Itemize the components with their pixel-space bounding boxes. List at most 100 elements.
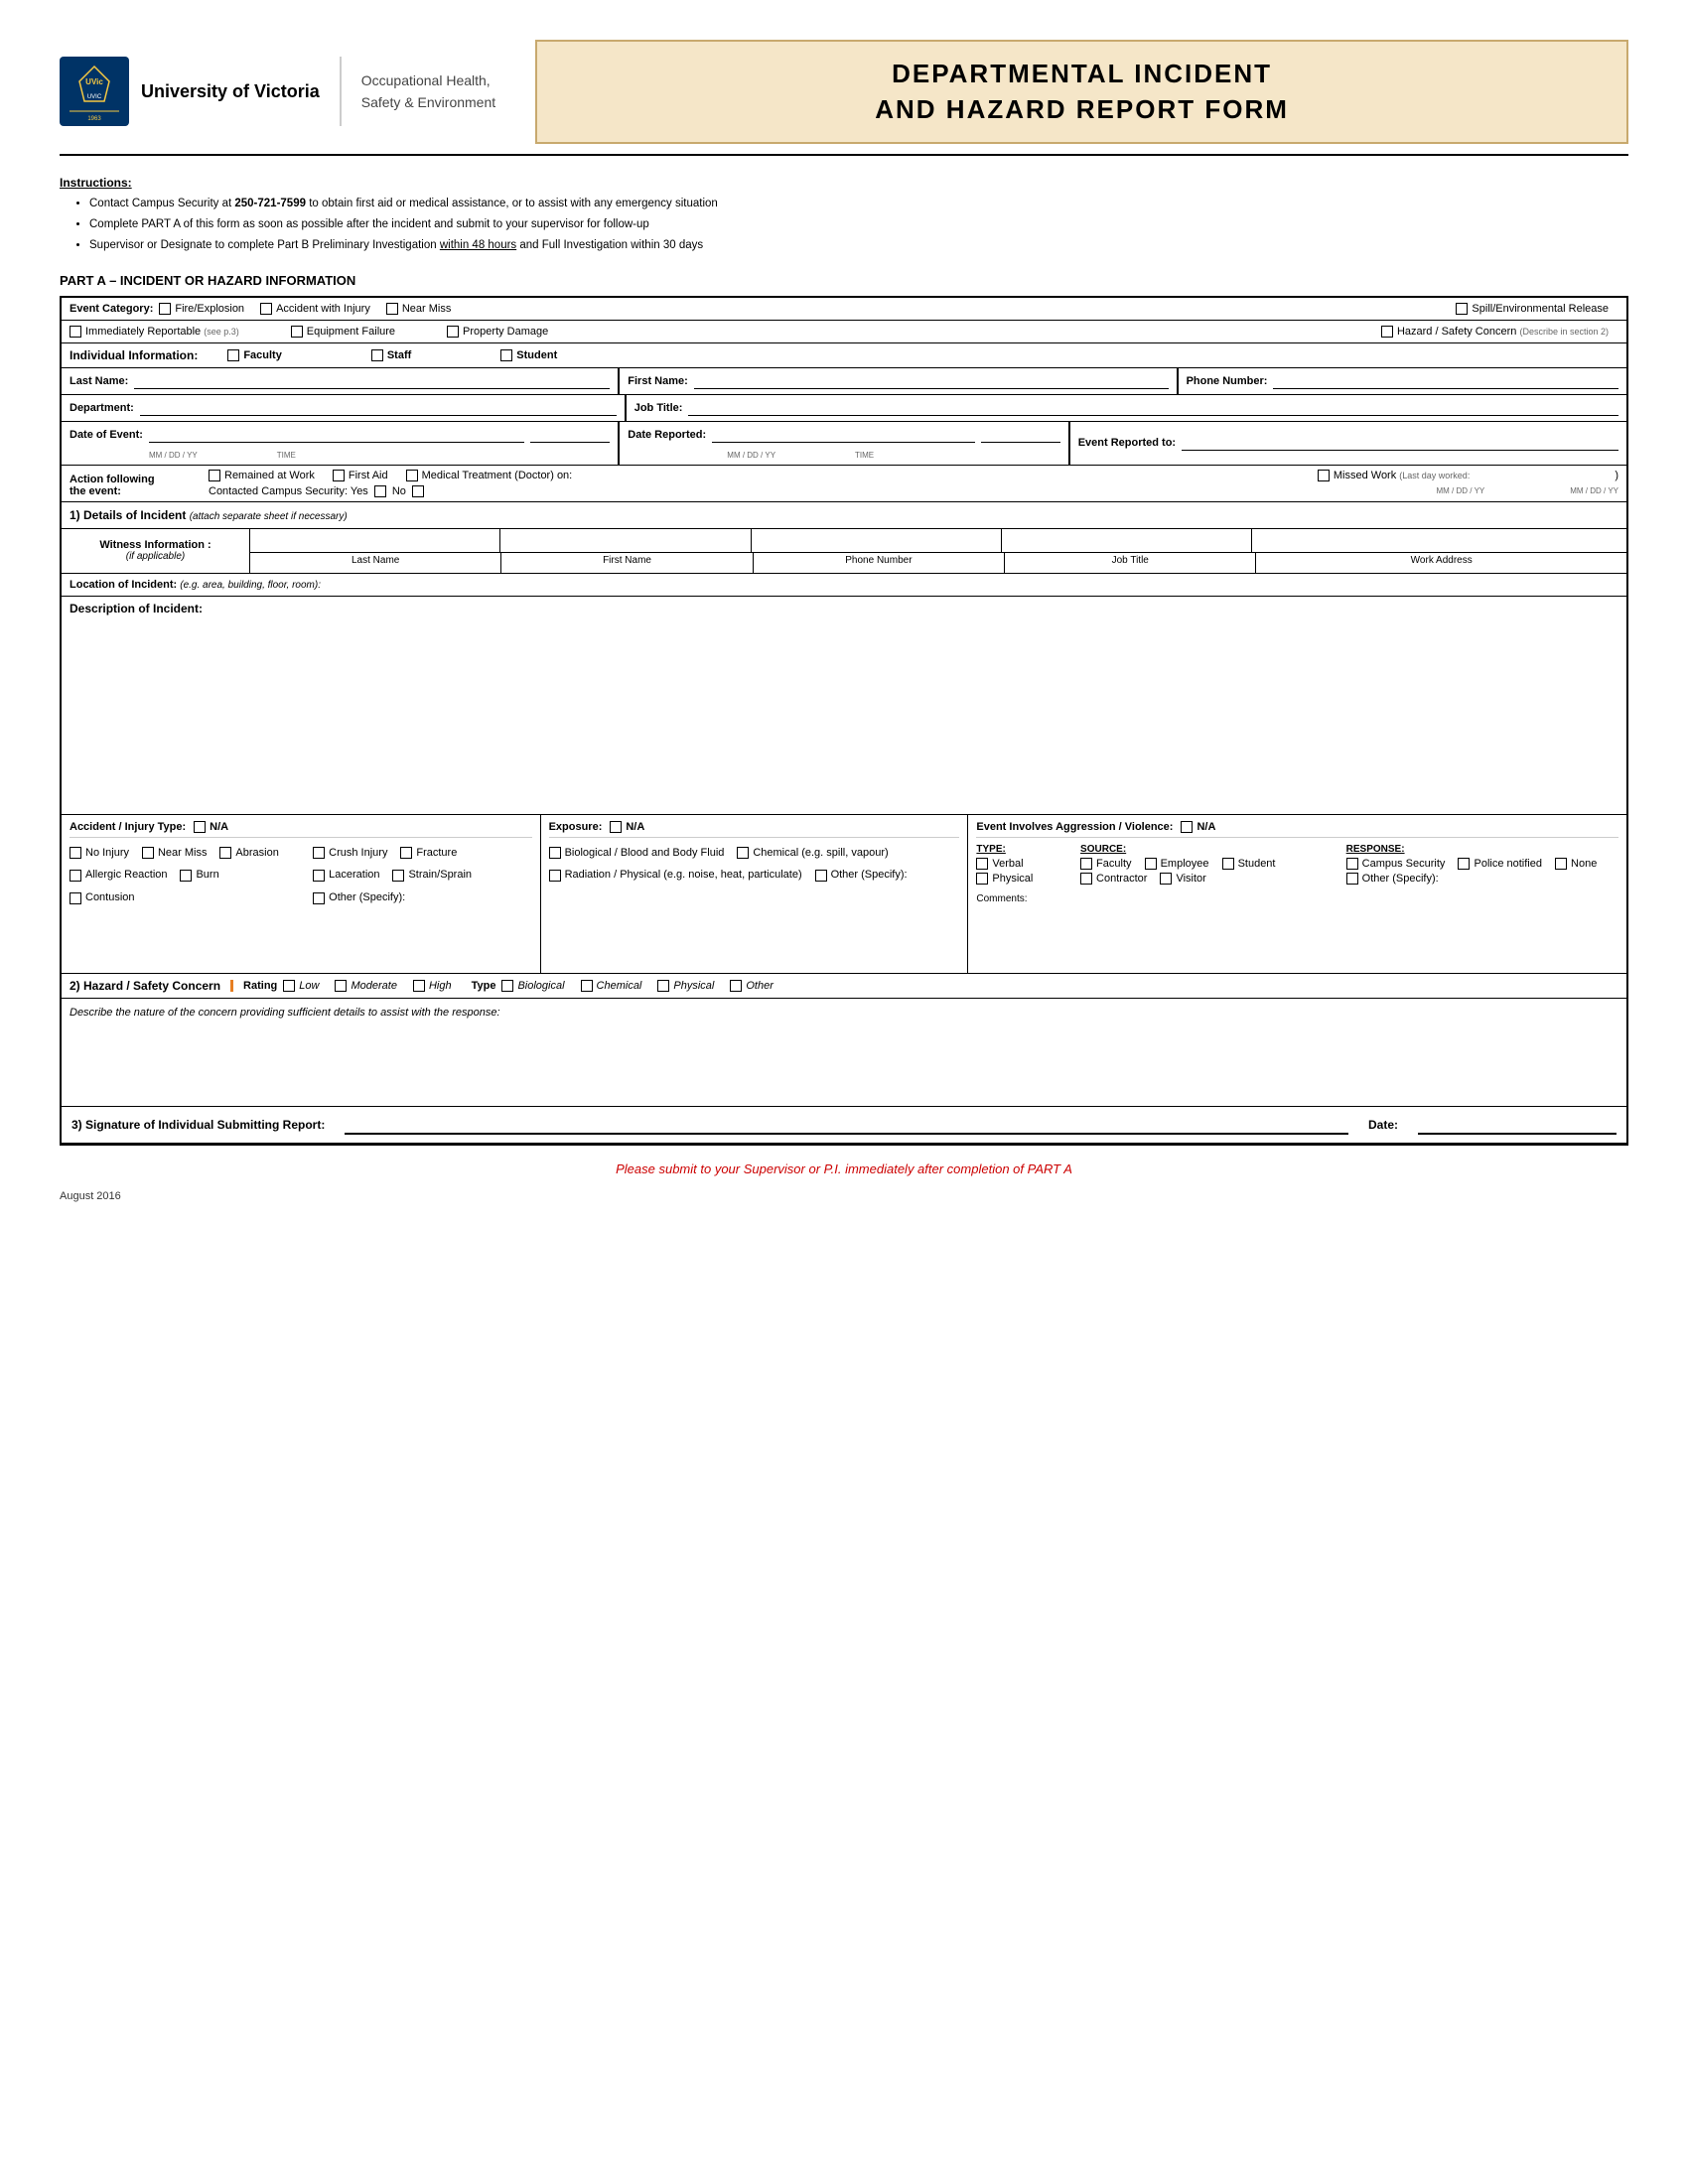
staff-option[interactable]: Staff — [371, 349, 411, 361]
fire-explosion-option[interactable]: Fire/Explosion — [159, 303, 244, 315]
biological-type-option[interactable]: Biological — [501, 980, 564, 992]
witness-fn-empty[interactable] — [500, 529, 751, 552]
accident-na-checkbox[interactable] — [194, 821, 206, 833]
src-contractor-option[interactable]: Contractor — [1080, 873, 1147, 885]
accident-injury-checkbox[interactable] — [260, 303, 272, 315]
remained-work-checkbox[interactable] — [209, 470, 220, 481]
property-damage-option[interactable]: Property Damage — [447, 326, 548, 338]
date-reported-field[interactable] — [712, 427, 975, 443]
near-miss-acc-option[interactable]: Near Miss — [142, 844, 208, 864]
resp-other-option[interactable]: Other (Specify): — [1346, 873, 1439, 885]
spill-release-option[interactable]: Spill/Environmental Release — [1456, 303, 1609, 315]
medical-treatment-checkbox[interactable] — [406, 470, 418, 481]
yes-checkbox[interactable] — [374, 485, 386, 497]
aggression-na-checkbox[interactable] — [1181, 821, 1193, 833]
hazard-describe-row: Describe the nature of the concern provi… — [62, 999, 1626, 1107]
immediately-reportable-option[interactable]: Immediately Reportable (see p.3) — [70, 326, 239, 338]
signature-line[interactable] — [345, 1115, 1348, 1135]
last-name-field[interactable] — [134, 373, 610, 389]
details-title: 1) Details of Incident — [70, 508, 186, 522]
mm-dd-yy-label2: MM / DD / YY — [727, 451, 775, 460]
moderate-rating-option[interactable]: Moderate — [335, 980, 396, 992]
resp-campus-option[interactable]: Campus Security — [1346, 858, 1446, 870]
fracture-option[interactable]: Fracture — [400, 844, 457, 864]
witness-subheader-row: Last Name First Name Phone Number Job Ti… — [250, 553, 1626, 573]
src-employee-option[interactable]: Employee — [1145, 858, 1209, 870]
student-option[interactable]: Student — [500, 349, 557, 361]
verbal-option[interactable]: Verbal — [976, 858, 1023, 870]
equipment-failure-option[interactable]: Equipment Failure — [291, 326, 395, 338]
time-event-field[interactable] — [530, 427, 610, 443]
witness-address-empty[interactable] — [1252, 529, 1626, 552]
contusion-option[interactable]: Contusion — [70, 888, 135, 908]
time-reported-field[interactable] — [981, 427, 1060, 443]
faculty-checkbox[interactable] — [227, 349, 239, 361]
faculty-option[interactable]: Faculty — [227, 349, 282, 361]
low-rating-option[interactable]: Low — [283, 980, 319, 992]
department-field[interactable] — [140, 400, 617, 416]
medical-treatment-option[interactable]: Medical Treatment (Doctor) on: — [406, 470, 573, 481]
signature-date-line[interactable] — [1418, 1115, 1617, 1135]
job-title-field[interactable] — [688, 400, 1618, 416]
exposure-na-checkbox[interactable] — [610, 821, 622, 833]
hazard-type-section: Type Biological Chemical Physical Other — [472, 980, 783, 992]
resp-none-option[interactable]: None — [1555, 858, 1597, 870]
phone-number-field[interactable] — [1273, 373, 1618, 389]
date-event-field[interactable] — [149, 427, 524, 443]
remained-work-option[interactable]: Remained at Work — [209, 470, 315, 481]
radiation-exp-option[interactable]: Radiation / Physical (e.g. noise, heat, … — [549, 866, 802, 886]
witness-ln-empty[interactable] — [250, 529, 500, 552]
abrasion-option[interactable]: Abrasion — [219, 844, 278, 864]
no-injury-option[interactable]: No Injury — [70, 844, 129, 864]
immediately-reportable-checkbox[interactable] — [70, 326, 81, 338]
src-visitor-option[interactable]: Visitor — [1160, 873, 1205, 885]
event-reported-to-field[interactable] — [1182, 435, 1618, 451]
witness-phone-empty[interactable] — [752, 529, 1002, 552]
laceration-option[interactable]: Laceration — [313, 866, 379, 886]
aggression-na-option[interactable]: N/A — [1181, 821, 1215, 833]
no-checkbox[interactable] — [412, 485, 424, 497]
missed-work-checkbox[interactable] — [1318, 470, 1330, 481]
burn-option[interactable]: Burn — [180, 866, 218, 886]
phone-number: 250-721-7599 — [234, 198, 306, 209]
biological-exp-option[interactable]: Biological / Blood and Body Fluid — [549, 844, 725, 864]
spill-release-checkbox[interactable] — [1456, 303, 1468, 315]
hazard-describe-field[interactable] — [70, 1019, 1618, 1098]
near-miss-option[interactable]: Near Miss — [386, 303, 452, 315]
first-name-field[interactable] — [694, 373, 1169, 389]
physical-type-option[interactable]: Physical — [657, 980, 714, 992]
48hours-underline: within 48 hours — [440, 239, 516, 251]
other-exp-option[interactable]: Other (Specify): — [815, 866, 908, 886]
first-aid-label: First Aid — [349, 470, 388, 481]
src-student-option[interactable]: Student — [1222, 858, 1276, 870]
strain-option[interactable]: Strain/Sprain — [392, 866, 472, 886]
accident-na-option[interactable]: N/A — [194, 821, 228, 833]
accident-injury-option[interactable]: Accident with Injury — [260, 303, 370, 315]
staff-label: Staff — [387, 349, 411, 361]
fire-explosion-checkbox[interactable] — [159, 303, 171, 315]
chemical-exp-option[interactable]: Chemical (e.g. spill, vapour) — [737, 844, 888, 864]
crush-option[interactable]: Crush Injury — [313, 844, 387, 864]
missed-work-option[interactable]: Missed Work (Last day worked: — [1318, 470, 1470, 481]
staff-checkbox[interactable] — [371, 349, 383, 361]
first-aid-option[interactable]: First Aid — [333, 470, 388, 481]
allergic-option[interactable]: Allergic Reaction — [70, 866, 168, 886]
other-acc-option[interactable]: Other (Specify): — [313, 888, 405, 908]
near-miss-checkbox[interactable] — [386, 303, 398, 315]
witness-jobtitle-empty[interactable] — [1002, 529, 1252, 552]
student-checkbox[interactable] — [500, 349, 512, 361]
high-rating-option[interactable]: High — [413, 980, 452, 992]
first-aid-checkbox[interactable] — [333, 470, 345, 481]
property-damage-checkbox[interactable] — [447, 326, 459, 338]
other-type-option[interactable]: Other — [730, 980, 774, 992]
hazard-concern-checkbox[interactable] — [1381, 326, 1393, 338]
equipment-failure-checkbox[interactable] — [291, 326, 303, 338]
mm-dd-yy-action: MM / DD / YY — [1437, 486, 1485, 495]
chemical-type-option[interactable]: Chemical — [581, 980, 642, 992]
description-field[interactable] — [70, 621, 1618, 800]
exposure-na-option[interactable]: N/A — [610, 821, 644, 833]
hazard-concern-option[interactable]: Hazard / Safety Concern (Describe in sec… — [1381, 326, 1609, 338]
src-faculty-option[interactable]: Faculty — [1080, 858, 1131, 870]
physical-option[interactable]: Physical — [976, 873, 1033, 885]
resp-police-option[interactable]: Police notified — [1458, 858, 1542, 870]
